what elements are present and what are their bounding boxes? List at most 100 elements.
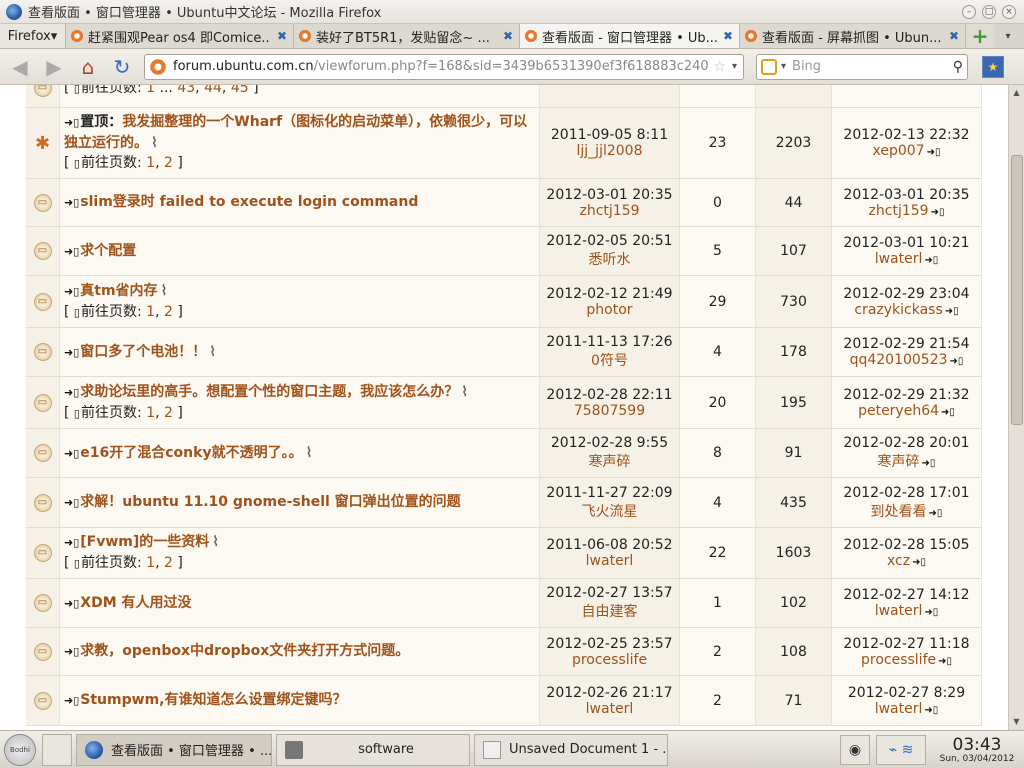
url-bar[interactable]: forum.ubuntu.com.cn/viewforum.php?f=168&…	[144, 53, 744, 80]
page-link[interactable]: 2	[164, 405, 173, 421]
last-post-author-link[interactable]: processlife	[861, 652, 936, 668]
page-link[interactable]: 1	[146, 155, 155, 171]
url-text[interactable]: forum.ubuntu.com.cn/viewforum.php?f=168&…	[173, 59, 709, 74]
site-identity-icon[interactable]	[149, 57, 167, 76]
topic-author-link[interactable]: 自由建客	[582, 601, 638, 621]
reload-icon[interactable]: ↻	[108, 53, 136, 81]
volume-icon[interactable]: ◉	[840, 734, 870, 765]
goto-newest-icon[interactable]: ➜▯	[64, 597, 79, 610]
page-link[interactable]: 2	[164, 555, 173, 571]
topic-title-link[interactable]: [Fvwm]的一些资料	[80, 534, 209, 550]
goto-last-post-icon[interactable]: ➜▯	[912, 557, 926, 568]
topic-title-link[interactable]: Stumpwm,有谁知道怎么设置绑定键吗？	[80, 692, 346, 708]
topic-title-link[interactable]: 求教，openbox中dropbox文件夹打开方式问题。	[80, 643, 409, 659]
tab-bt5r1[interactable]: 装好了BT5R1，发贴留念~ ... ✖	[294, 24, 520, 48]
page-link[interactable]: 1	[146, 555, 155, 571]
last-post-author-link[interactable]: 寒声碎	[878, 454, 920, 470]
goto-last-post-icon[interactable]: ➜▯	[922, 458, 936, 469]
scrollbar-thumb[interactable]	[1011, 155, 1023, 425]
last-post-author-link[interactable]: xep007	[873, 143, 925, 159]
page-link[interactable]: 1	[146, 304, 155, 320]
topic-title-link[interactable]: 求解！ubuntu 11.10 gnome-shell 窗口弹出位置的问题	[80, 494, 460, 510]
topic-title-link[interactable]: 我发掘整理的一个Wharf（图标化的启动菜单），依赖很少，可以独立运行的。	[64, 114, 527, 151]
goto-last-post-icon[interactable]: ➜▯	[929, 508, 943, 519]
search-go-icon[interactable]: ⚲	[953, 59, 963, 75]
topic-author-link[interactable]: 飞火流星	[582, 501, 638, 521]
goto-last-post-icon[interactable]: ➜▯	[931, 207, 945, 218]
last-post-author-link[interactable]: lwaterl	[875, 701, 923, 717]
vertical-scrollbar[interactable]: ▲ ▼	[1008, 85, 1024, 730]
topic-title-link[interactable]: 窗口多了个电池！！	[80, 344, 206, 360]
goto-newest-icon[interactable]: ➜▯	[64, 536, 79, 549]
bookmark-star-icon[interactable]: ☆	[713, 59, 726, 75]
topic-title-link[interactable]: e16开了混合conky就不透明了。。	[80, 445, 302, 461]
topic-title-link[interactable]: 求助论坛里的高手。想配置个性的窗口主题，我应该怎么办？	[80, 384, 458, 400]
last-post-author-link[interactable]: lwaterl	[875, 603, 923, 619]
tab-window-manager[interactable]: 查看版面 - 窗口管理器 • Ub... ✖	[520, 24, 740, 48]
tab-close-icon[interactable]: ✖	[275, 29, 289, 43]
goto-last-post-icon[interactable]: ➜▯	[950, 356, 964, 367]
topic-author-link[interactable]: zhctj159	[579, 203, 639, 219]
tab-close-icon[interactable]: ✖	[501, 29, 515, 43]
page-link[interactable]: 45	[231, 85, 249, 96]
search-input[interactable]: Bing	[792, 59, 953, 74]
taskbar-item-terminal[interactable]: software	[276, 733, 470, 766]
goto-last-post-icon[interactable]: ➜▯	[941, 407, 955, 418]
goto-last-post-icon[interactable]: ➜▯	[924, 705, 938, 716]
goto-newest-icon[interactable]: ➜▯	[64, 116, 79, 129]
new-tab-button[interactable]: +	[966, 24, 994, 48]
last-post-author-link[interactable]: zhctj159	[869, 203, 929, 219]
page-link[interactable]: 43	[177, 85, 195, 96]
goto-newest-icon[interactable]: ➜▯	[64, 386, 79, 399]
tab-list-button[interactable]: ▾	[994, 24, 1022, 48]
topic-author-link[interactable]: lwaterl	[586, 701, 634, 717]
goto-last-post-icon[interactable]: ➜▯	[924, 607, 938, 618]
page-link[interactable]: 44	[204, 85, 222, 96]
page-link[interactable]: 1	[146, 85, 155, 96]
network-wifi-icon[interactable]: ⌁ ≋	[876, 734, 926, 765]
page-link[interactable]: 2	[164, 155, 173, 171]
topic-author-link[interactable]: lwaterl	[586, 553, 634, 569]
close-icon[interactable]: ×	[1002, 4, 1016, 19]
search-bar[interactable]: ▾ Bing ⚲	[756, 53, 968, 80]
tab-screenshot[interactable]: 查看版面 - 屏幕抓图 • Ubun... ✖	[740, 24, 966, 48]
goto-newest-icon[interactable]: ➜▯	[64, 196, 79, 209]
goto-last-post-icon[interactable]: ➜▯	[938, 656, 952, 667]
start-menu-button[interactable]: Bodhi	[4, 733, 36, 766]
search-engine-icon[interactable]	[761, 58, 777, 75]
last-post-author-link[interactable]: qq420100523	[850, 352, 948, 368]
show-desktop-button[interactable]	[42, 733, 72, 766]
taskbar-item-editor[interactable]: Unsaved Document 1 - ...	[474, 733, 668, 766]
home-icon[interactable]: ⌂	[74, 53, 102, 81]
last-post-author-link[interactable]: 到处看看	[871, 504, 927, 520]
topic-title-link[interactable]: 求个配置	[80, 243, 136, 259]
scroll-up-icon[interactable]: ▲	[1009, 85, 1024, 101]
goto-newest-icon[interactable]: ➜▯	[64, 285, 79, 298]
search-engine-dropdown-icon[interactable]: ▾	[781, 61, 786, 72]
last-post-author-link[interactable]: peteryeh64	[858, 403, 939, 419]
forward-icon[interactable]: ▶	[40, 53, 68, 81]
firefox-menu-button[interactable]: Firefox ▾	[0, 24, 66, 48]
tab-close-icon[interactable]: ✖	[947, 29, 961, 43]
goto-last-post-icon[interactable]: ➜▯	[927, 147, 941, 158]
minimize-icon[interactable]: –	[962, 4, 976, 19]
topic-title-link[interactable]: 真tm省内存	[80, 283, 157, 299]
clock[interactable]: 03:43 Sun, 03/04/2012	[932, 736, 1022, 764]
goto-newest-icon[interactable]: ➜▯	[64, 346, 79, 359]
scroll-down-icon[interactable]: ▼	[1009, 714, 1024, 730]
topic-title-link[interactable]: XDM 有人用过没	[80, 595, 191, 611]
goto-newest-icon[interactable]: ➜▯	[64, 694, 79, 707]
topic-author-link[interactable]: 75807599	[574, 403, 645, 419]
tab-close-icon[interactable]: ✖	[721, 29, 735, 43]
page-link[interactable]: 1	[146, 405, 155, 421]
last-post-author-link[interactable]: crazykickass	[854, 302, 942, 318]
addon-toolbar-icon[interactable]: ★	[982, 55, 1004, 78]
goto-last-post-icon[interactable]: ➜▯	[924, 255, 938, 266]
topic-author-link[interactable]: ljj_jjl2008	[577, 143, 643, 159]
goto-newest-icon[interactable]: ➜▯	[64, 447, 79, 460]
last-post-author-link[interactable]: lwaterl	[875, 251, 923, 267]
last-post-author-link[interactable]: xcz	[887, 553, 910, 569]
tab-pear-os[interactable]: 赶紧围观Pear os4 即Comice... ✖	[66, 24, 294, 48]
goto-newest-icon[interactable]: ➜▯	[64, 645, 79, 658]
taskbar-item-firefox[interactable]: 查看版面 • 窗口管理器 • ...	[76, 733, 272, 766]
